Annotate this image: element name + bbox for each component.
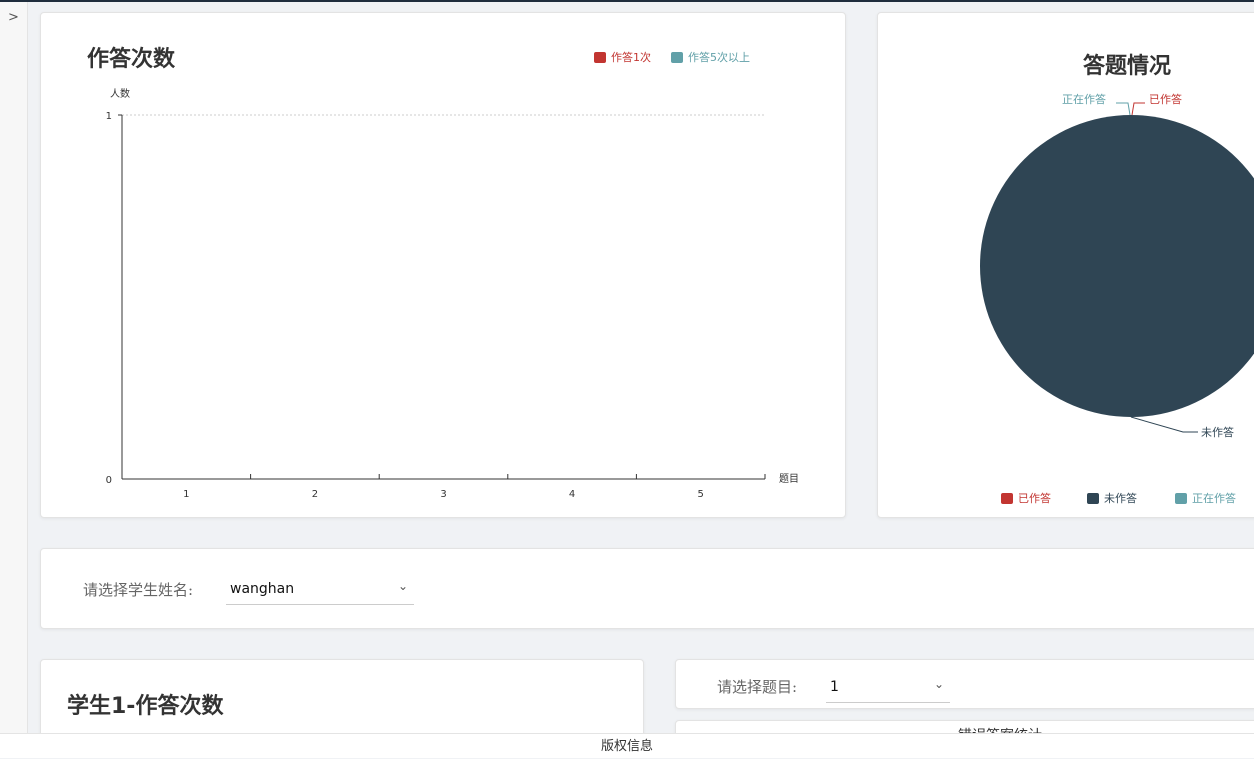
sidebar: > xyxy=(0,2,28,733)
legend-swatch xyxy=(1001,492,1013,504)
leader-line-unanswered xyxy=(1130,416,1198,433)
answers-chart-card: 答题情况 正在作答 已作答 未作答 已作答 未作答 正在作答 xyxy=(877,12,1254,518)
student-attempts-title: 学生1-作答次数 xyxy=(67,694,224,719)
attempts-bar-chart: 人数 题目 0 1 1 2 3 4 5 xyxy=(106,87,799,500)
x-tick-label: 3 xyxy=(440,489,446,500)
error-answers-card: 错误答案统计 xyxy=(675,720,1254,733)
y-axis-label: 人数 xyxy=(110,87,130,100)
pie-label-answered: 已作答 xyxy=(1149,92,1182,106)
legend-label: 已作答 xyxy=(1018,492,1051,505)
attempts-chart-card: 作答次数 作答1次 作答5次以上 人数 题目 0112345 xyxy=(40,12,846,518)
answers-legend: 已作答 未作答 正在作答 xyxy=(1001,490,1254,506)
x-tick-label: 2 xyxy=(312,489,318,500)
y-tick-label: 0 xyxy=(106,475,112,486)
footer: 版权信息 xyxy=(0,733,1254,758)
question-select-label: 请选择题目: xyxy=(717,678,798,696)
pie-label-answering: 正在作答 xyxy=(1062,92,1106,106)
question-select-value: 1 xyxy=(830,679,839,695)
x-tick-label: 4 xyxy=(569,489,575,500)
pie-label-unanswered: 未作答 xyxy=(1201,425,1234,439)
legend-swatch xyxy=(1175,492,1187,504)
question-select[interactable]: 1 ⌄ xyxy=(826,677,950,703)
legend-swatch xyxy=(1087,492,1099,504)
legend-item[interactable]: 正在作答 xyxy=(1175,490,1236,506)
chevron-down-icon: ⌄ xyxy=(397,579,408,593)
answers-pie-chart: 正在作答 已作答 未作答 xyxy=(980,92,1254,439)
chevron-down-icon: ⌄ xyxy=(933,677,944,691)
student-attempts-card: 学生1-作答次数 xyxy=(40,659,644,733)
expand-sidebar-icon[interactable]: > xyxy=(8,10,19,25)
leader-line-answered xyxy=(1131,102,1145,116)
leader-line-answering xyxy=(1116,102,1131,116)
student-select[interactable]: wanghan ⌄ xyxy=(226,579,414,605)
x-tick-label: 1 xyxy=(183,489,189,500)
legend-label: 未作答 xyxy=(1104,492,1137,505)
student-select-label: 请选择学生姓名: xyxy=(83,581,194,599)
pie-slice-unanswered[interactable] xyxy=(980,115,1254,417)
student-select-value: wanghan xyxy=(230,581,295,597)
student-select-card: 请选择学生姓名: wanghan ⌄ xyxy=(40,548,1254,629)
legend-label: 正在作答 xyxy=(1192,492,1236,505)
x-axis-label: 题目 xyxy=(779,473,799,485)
y-tick-label: 1 xyxy=(106,111,112,122)
question-select-card: 请选择题目: 1 ⌄ xyxy=(675,659,1254,709)
error-answers-title: 错误答案统计 xyxy=(958,725,1042,733)
legend-item[interactable]: 已作答 xyxy=(1001,490,1051,506)
legend-item[interactable]: 未作答 xyxy=(1087,490,1137,506)
main-content: 作答次数 作答1次 作答5次以上 人数 题目 0112345 答题情况 正在作答 xyxy=(29,2,1254,733)
x-tick-label: 5 xyxy=(698,489,704,500)
